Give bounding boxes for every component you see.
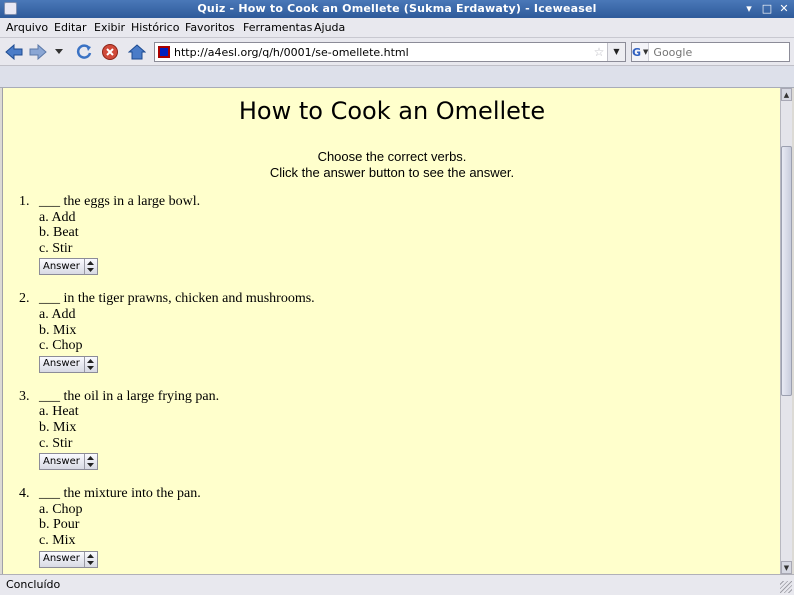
bookmarks-toolbar xyxy=(0,66,794,88)
menu-ajuda[interactable]: Ajuda xyxy=(314,21,345,34)
window-titlebar[interactable]: Quiz - How to Cook an Omellete (Sukma Er… xyxy=(0,0,794,18)
spinner-icon xyxy=(83,551,97,567)
vertical-scrollbar[interactable]: ▲ ▼ xyxy=(780,88,792,574)
answer-label: Answer xyxy=(43,553,80,565)
question-number: 2. xyxy=(19,291,30,307)
site-favicon-icon xyxy=(158,46,170,58)
menu-exibir[interactable]: Exibir xyxy=(94,21,125,34)
search-engine-selector[interactable]: G ▼ xyxy=(632,43,650,61)
spinner-icon xyxy=(83,259,97,275)
url-dropdown-button[interactable]: ▼ xyxy=(607,43,625,61)
quiz-question: 1. ___ the eggs in a large bowl. a. Add … xyxy=(19,194,759,276)
window-title: Quiz - How to Cook an Omellete (Sukma Er… xyxy=(197,2,597,15)
option: b. Mix xyxy=(39,419,77,435)
answer-select[interactable]: Answer xyxy=(39,550,98,568)
answer-label: Answer xyxy=(43,455,80,467)
stop-icon xyxy=(102,44,118,60)
question-number: 4. xyxy=(19,486,30,502)
page-content: How to Cook an Omellete Choose the corre… xyxy=(2,88,780,574)
quiz-question: 2. ___ in the tiger prawns, chicken and … xyxy=(19,291,759,373)
forward-arrow-icon xyxy=(29,44,47,60)
reload-icon xyxy=(76,44,92,59)
menu-arquivo[interactable]: Arquivo xyxy=(6,21,48,34)
question-text: ___ in the tiger prawns, chicken and mus… xyxy=(39,291,315,307)
page-title: How to Cook an Omellete xyxy=(238,97,546,125)
stop-button[interactable] xyxy=(100,42,120,62)
option: c. Chop xyxy=(39,338,83,354)
forward-button[interactable] xyxy=(28,42,48,62)
spinner-icon xyxy=(83,454,97,470)
question-text: ___ the eggs in a large bowl. xyxy=(39,194,201,209)
back-button[interactable] xyxy=(4,42,24,62)
spinner-icon xyxy=(83,356,97,372)
answer-select[interactable]: Answer xyxy=(39,453,98,471)
menu-editar[interactable]: Editar xyxy=(54,21,87,34)
question-text: ___ the mixture into the pan. xyxy=(39,486,201,502)
option: b. Beat xyxy=(39,225,79,241)
instructions: Choose the correct verbs. Click the answ… xyxy=(3,149,780,181)
search-bar[interactable]: G ▼ xyxy=(631,42,794,62)
url-input[interactable]: http://a4esl.org/q/h/0001/se-omellete.ht… xyxy=(174,46,591,59)
maximize-icon[interactable]: □ xyxy=(760,2,774,16)
scroll-up-icon[interactable]: ▲ xyxy=(781,88,792,101)
quiz-question: 4. ___ the mixture into the pan. a. Chop… xyxy=(19,486,759,568)
close-icon[interactable]: ✕ xyxy=(777,2,791,16)
option: a. Heat xyxy=(39,404,79,420)
option: a. Chop xyxy=(39,501,83,517)
option: a. Add xyxy=(39,306,76,322)
menu-historico[interactable]: Histórico xyxy=(131,21,179,34)
option: c. Stir xyxy=(39,240,73,256)
chevron-down-icon: ▼ xyxy=(643,48,649,56)
menu-favoritos[interactable]: Favoritos xyxy=(185,21,235,34)
question-text: ___ the oil in a large frying pan. xyxy=(39,388,220,404)
quiz-question: 3. ___ the oil in a large frying pan. a.… xyxy=(19,388,759,471)
status-text: Concluído xyxy=(6,578,61,591)
option: c. Mix xyxy=(39,532,76,548)
answer-select[interactable]: Answer xyxy=(39,258,98,276)
answer-label: Answer xyxy=(43,261,80,273)
reload-button[interactable] xyxy=(74,42,94,62)
question-number: 1. xyxy=(19,194,30,209)
history-dropdown-button[interactable] xyxy=(52,42,66,62)
menubar: Arquivo Editar Exibir Histórico Favorito… xyxy=(0,18,794,38)
home-button[interactable] xyxy=(127,42,147,62)
option: b. Pour xyxy=(39,517,80,533)
navigation-toolbar: http://a4esl.org/q/h/0001/se-omellete.ht… xyxy=(0,38,794,66)
chevron-down-icon xyxy=(55,49,63,54)
instruction-line: Click the answer button to see the answe… xyxy=(269,165,515,180)
google-icon: G xyxy=(632,45,642,59)
scroll-down-icon[interactable]: ▼ xyxy=(781,561,792,574)
back-arrow-icon xyxy=(5,44,23,60)
home-icon xyxy=(128,44,146,60)
menu-ferramentas[interactable]: Ferramentas xyxy=(243,21,312,34)
scrollbar-thumb[interactable] xyxy=(781,146,792,396)
option: c. Stir xyxy=(39,435,73,451)
statusbar: Concluído xyxy=(0,574,794,595)
search-input[interactable] xyxy=(649,45,794,59)
option: a. Add xyxy=(39,209,76,225)
resize-grip-icon[interactable] xyxy=(780,581,792,593)
instruction-line: Choose the correct verbs. xyxy=(317,149,467,164)
option: b. Mix xyxy=(39,322,77,338)
bookmark-star-icon[interactable]: ☆ xyxy=(591,45,607,59)
quiz-list: 1. ___ the eggs in a large bowl. a. Add … xyxy=(19,194,759,574)
answer-label: Answer xyxy=(43,358,80,370)
answer-select[interactable]: Answer xyxy=(39,355,98,373)
question-number: 3. xyxy=(19,388,30,404)
minimize-icon[interactable]: ▾ xyxy=(742,2,756,16)
url-bar[interactable]: http://a4esl.org/q/h/0001/se-omellete.ht… xyxy=(154,42,626,62)
